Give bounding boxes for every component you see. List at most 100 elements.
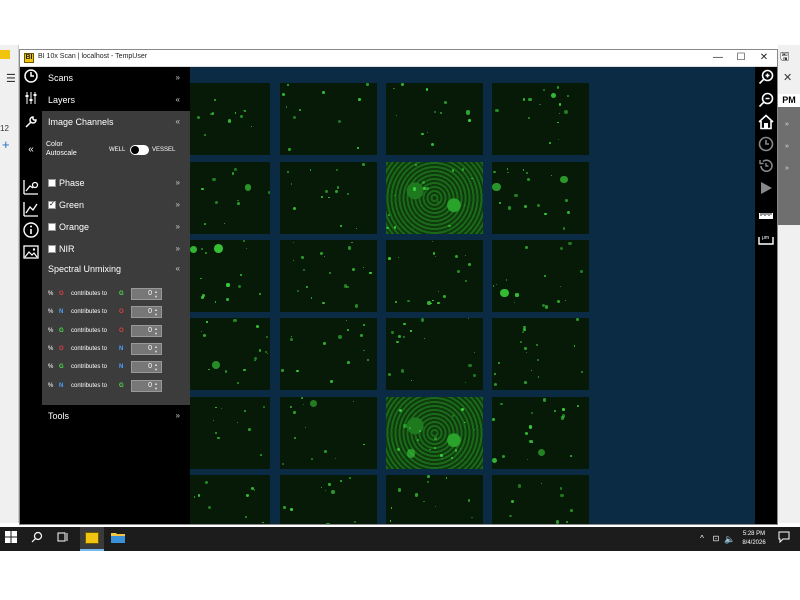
chevron-down-icon[interactable]: » [785, 165, 789, 172]
image-tile[interactable] [492, 162, 589, 234]
image-tile[interactable] [386, 240, 483, 312]
play-icon[interactable] [757, 181, 775, 199]
zoom-out-icon[interactable] [757, 92, 775, 110]
green-checkbox[interactable]: ✓ [48, 201, 56, 209]
chart-settings-icon[interactable] [22, 179, 40, 197]
stepper-arrows-icon[interactable]: ▲ ▼ [154, 307, 158, 317]
image-tile[interactable] [190, 240, 270, 312]
channel-row-orange[interactable]: Orange » [48, 220, 184, 234]
fluorescent-spot [329, 272, 331, 274]
fluorescent-spot [354, 521, 357, 523]
stepper-arrows-icon[interactable]: ▲ ▼ [154, 362, 158, 372]
image-tile[interactable] [492, 397, 589, 469]
scale-bar-icon[interactable]: μm [757, 231, 775, 249]
image-tile[interactable] [492, 83, 589, 155]
fluorescent-spot [492, 284, 495, 287]
fluorescent-spot [468, 118, 472, 122]
image-icon[interactable] [22, 244, 40, 262]
layers-section-header[interactable]: Layers « [42, 89, 190, 111]
image-tile[interactable] [190, 318, 270, 390]
chevron-down-icon[interactable]: » [176, 176, 180, 190]
image-tile[interactable] [386, 83, 483, 155]
image-tile[interactable] [190, 162, 270, 234]
fluorescent-spot [321, 196, 324, 198]
image-channels-header[interactable]: Image Channels [48, 117, 114, 127]
chevron-up-icon[interactable]: « [176, 264, 180, 273]
chevron-down-icon[interactable]: » [785, 143, 789, 150]
chevron-up-icon[interactable]: « [176, 117, 180, 126]
image-tile[interactable] [280, 240, 377, 312]
image-tile[interactable] [386, 475, 483, 524]
stepper-arrows-icon[interactable]: ▲ ▼ [154, 381, 158, 391]
autoscale-toggle[interactable] [130, 145, 149, 155]
close-button[interactable]: ✕ [751, 50, 777, 66]
image-tile[interactable] [386, 397, 483, 469]
chevron-down-icon[interactable]: » [176, 242, 180, 256]
fluorescent-spot [543, 88, 546, 91]
stepper-arrows-icon[interactable]: ▲ ▼ [154, 289, 158, 299]
spectral-unmixing-header[interactable]: Spectral Unmixing [48, 264, 121, 274]
channel-row-nir[interactable]: NIR » [48, 242, 184, 256]
file-explorer-icon[interactable] [110, 531, 126, 547]
orange-checkbox[interactable] [48, 223, 56, 231]
phase-checkbox[interactable] [48, 179, 56, 187]
image-tile[interactable] [492, 318, 589, 390]
nir-checkbox[interactable] [48, 245, 56, 253]
info-icon[interactable] [22, 222, 40, 240]
task-view-icon[interactable] [55, 531, 71, 547]
channel-row-phase[interactable]: Phase » [48, 176, 184, 190]
image-tile[interactable] [280, 475, 377, 524]
fluorescent-spot [396, 448, 400, 452]
system-clock[interactable]: 5:28 PM 8/4/2026 [736, 530, 772, 548]
clock-icon[interactable] [757, 136, 775, 154]
fluorescent-spot [233, 318, 237, 322]
fluorescent-spot [346, 329, 349, 332]
chevron-down-icon[interactable]: » [176, 198, 180, 212]
image-viewer[interactable] [190, 67, 755, 524]
background-add-icon[interactable]: + [2, 137, 10, 152]
tools-section-header[interactable]: Tools » [42, 405, 190, 427]
graph-icon[interactable] [22, 201, 40, 219]
channel-row-green[interactable]: ✓ Green » [48, 198, 184, 212]
ruler-icon[interactable] [757, 208, 775, 226]
wrench-icon[interactable] [22, 115, 40, 133]
fluorescent-spot [258, 349, 262, 352]
image-tile[interactable] [190, 397, 270, 469]
image-tile[interactable] [190, 83, 270, 155]
menu-icon[interactable]: ☰ [6, 72, 16, 85]
image-tile[interactable] [386, 318, 483, 390]
search-icon[interactable] [29, 531, 45, 547]
zoom-in-icon[interactable] [757, 69, 775, 87]
image-tile[interactable] [280, 83, 377, 155]
fluorescent-spot [412, 227, 414, 229]
fluorescent-spot [213, 98, 216, 101]
windows-start-icon[interactable] [3, 531, 19, 547]
image-tile[interactable] [280, 318, 377, 390]
home-icon[interactable] [757, 114, 775, 132]
fluorescent-spot [190, 246, 198, 253]
scans-label: Scans [48, 73, 74, 83]
notifications-icon[interactable] [776, 531, 792, 547]
scans-section-header[interactable]: Scans » [42, 67, 190, 89]
image-tile[interactable] [386, 162, 483, 234]
clock-icon[interactable] [22, 69, 40, 87]
chevron-down-icon[interactable]: » [785, 121, 789, 128]
fluorescent-spot [340, 480, 343, 482]
fluorescent-spot [366, 83, 369, 87]
close-icon[interactable]: ✕ [783, 71, 792, 84]
layers-sliders-icon[interactable] [22, 91, 40, 109]
fluorescent-spot [334, 457, 337, 460]
taskbar-app-active[interactable] [80, 527, 104, 551]
collapse-panel-button[interactable]: « [22, 141, 40, 159]
image-tile[interactable] [280, 162, 377, 234]
history-icon[interactable] [757, 158, 775, 176]
percent-label: % [48, 327, 54, 334]
save-icon[interactable]: 🖫 [780, 48, 789, 67]
image-tile[interactable] [280, 397, 377, 469]
stepper-arrows-icon[interactable]: ▲ ▼ [154, 344, 158, 354]
stepper-arrows-icon[interactable]: ▲ ▼ [154, 326, 158, 336]
image-tile[interactable] [190, 475, 270, 524]
image-tile[interactable] [492, 240, 589, 312]
chevron-down-icon[interactable]: » [176, 220, 180, 234]
image-tile[interactable] [492, 475, 589, 524]
